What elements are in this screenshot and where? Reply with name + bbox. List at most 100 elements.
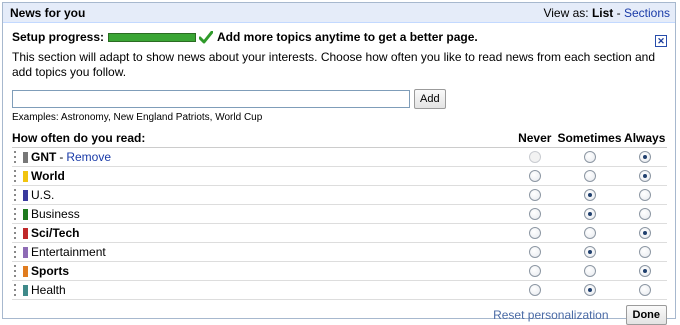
setup-message: Add more topics anytime to get a better … xyxy=(217,30,478,44)
setup-progress-fill xyxy=(109,33,196,41)
radio-cell-never xyxy=(514,265,557,277)
drag-handle-icon[interactable] xyxy=(12,151,18,163)
radio-always[interactable] xyxy=(638,265,651,277)
panel-content: Setup progress: Add more topics anytime … xyxy=(3,26,675,325)
radio-cell-always xyxy=(623,284,667,296)
radio-always[interactable] xyxy=(638,189,651,201)
topic-name: Sports xyxy=(31,264,70,278)
radio-cell-always xyxy=(623,265,667,277)
radio-always[interactable] xyxy=(638,284,651,296)
view-as-label: View as: xyxy=(543,5,589,20)
radio-sometimes[interactable] xyxy=(583,246,596,258)
close-icon[interactable]: ✕ xyxy=(655,35,667,47)
panel-footer: Reset personalization Done xyxy=(12,305,667,325)
radio-cell-always xyxy=(623,227,667,239)
topic-label-cell: World xyxy=(12,169,514,183)
view-separator: - xyxy=(616,5,621,20)
topic-label-cell: Sports xyxy=(12,264,514,278)
radio-never[interactable] xyxy=(529,189,542,201)
radio-cell-always xyxy=(623,208,667,220)
topic-label-cell: U.S. xyxy=(12,188,514,202)
add-topic-button[interactable]: Add xyxy=(414,89,446,109)
topic-color-swatch xyxy=(23,246,28,258)
radio-sometimes[interactable] xyxy=(583,284,596,296)
radio-always[interactable] xyxy=(638,151,651,163)
topic-label-cell: GNT - Remove xyxy=(12,150,514,164)
topic-color-swatch xyxy=(23,265,28,277)
setup-progress-bar xyxy=(108,32,197,42)
radio-sometimes[interactable] xyxy=(583,151,596,163)
radio-cell-never xyxy=(514,246,557,258)
radio-cell-always xyxy=(623,170,667,182)
view-list-current: List xyxy=(591,5,614,20)
drag-handle-icon[interactable] xyxy=(12,227,18,239)
topic-color-swatch xyxy=(23,151,28,163)
radio-sometimes[interactable] xyxy=(583,189,596,201)
radio-cell-always xyxy=(623,189,667,201)
radio-never[interactable] xyxy=(529,265,542,277)
drag-handle-icon[interactable] xyxy=(12,208,18,220)
panel-header: News for you View as: List - Sections xyxy=(3,3,675,23)
radio-always[interactable] xyxy=(638,208,651,220)
radio-cell-sometimes xyxy=(557,170,623,182)
radio-always[interactable] xyxy=(638,170,651,182)
radio-sometimes[interactable] xyxy=(583,208,596,220)
frequency-table: GNT - Remove World U.S. Business Sci/Tech Enter… xyxy=(12,148,667,300)
topic-name: Business xyxy=(31,207,80,221)
drag-handle-icon[interactable] xyxy=(12,265,18,277)
radio-never[interactable] xyxy=(529,246,542,258)
topic-color-swatch xyxy=(23,170,28,182)
column-always: Always xyxy=(624,130,666,145)
panel-title: News for you xyxy=(10,5,86,20)
reset-personalization-link[interactable]: Reset personalization xyxy=(493,308,608,322)
radio-always[interactable] xyxy=(638,227,651,239)
radio-cell-sometimes xyxy=(557,151,623,163)
radio-sometimes[interactable] xyxy=(583,170,596,182)
view-sections-link[interactable]: Sections xyxy=(624,6,670,20)
topic-name: Health xyxy=(31,283,66,297)
topic-color-swatch xyxy=(23,284,28,296)
topic-input[interactable] xyxy=(12,90,410,108)
done-button[interactable]: Done xyxy=(625,305,667,325)
topic-label-cell: Health xyxy=(12,283,514,297)
setup-progress-label: Setup progress: xyxy=(12,30,105,44)
news-for-you-panel: News for you View as: List - Sections Se… xyxy=(2,2,676,325)
radio-cell-never xyxy=(514,227,557,239)
examples-text: Examples: Astronomy, New England Patriot… xyxy=(12,112,263,123)
radio-never[interactable] xyxy=(529,227,542,239)
column-sometimes: Sometimes xyxy=(557,130,622,145)
topic-color-swatch xyxy=(23,189,28,201)
description-text: This section will adapt to show news abo… xyxy=(12,50,656,79)
radio-always[interactable] xyxy=(638,246,651,258)
radio-cell-always xyxy=(623,246,667,258)
remove-topic-link[interactable]: Remove xyxy=(66,150,111,164)
radio-cell-sometimes xyxy=(557,284,623,296)
drag-handle-icon[interactable] xyxy=(12,246,18,258)
drag-handle-icon[interactable] xyxy=(12,170,18,182)
topic-label-cell: Entertainment xyxy=(12,245,514,259)
drag-handle-icon[interactable] xyxy=(12,189,18,201)
frequency-table-header: How often do you read: Never Sometimes A… xyxy=(12,130,667,148)
remove-separator: - xyxy=(59,150,64,164)
radio-never xyxy=(529,151,542,163)
topic-name: GNT xyxy=(31,150,57,164)
radio-never[interactable] xyxy=(529,208,542,220)
topic-name: World xyxy=(31,169,65,183)
topic-label-cell: Business xyxy=(12,207,514,221)
radio-cell-sometimes xyxy=(557,246,623,258)
topic-row: GNT - Remove xyxy=(12,148,667,167)
radio-cell-sometimes xyxy=(557,189,623,201)
topic-row: U.S. xyxy=(12,186,667,205)
radio-sometimes[interactable] xyxy=(583,227,596,239)
topic-name: U.S. xyxy=(31,188,55,202)
topic-color-swatch xyxy=(23,208,28,220)
frequency-question: How often do you read: xyxy=(12,130,146,145)
topic-row: Business xyxy=(12,205,667,224)
radio-cell-sometimes xyxy=(557,265,623,277)
drag-handle-icon[interactable] xyxy=(12,284,18,296)
radio-never[interactable] xyxy=(529,170,542,182)
radio-cell-sometimes xyxy=(557,208,623,220)
radio-sometimes[interactable] xyxy=(583,265,596,277)
radio-cell-never xyxy=(514,189,557,201)
radio-never[interactable] xyxy=(529,284,542,296)
